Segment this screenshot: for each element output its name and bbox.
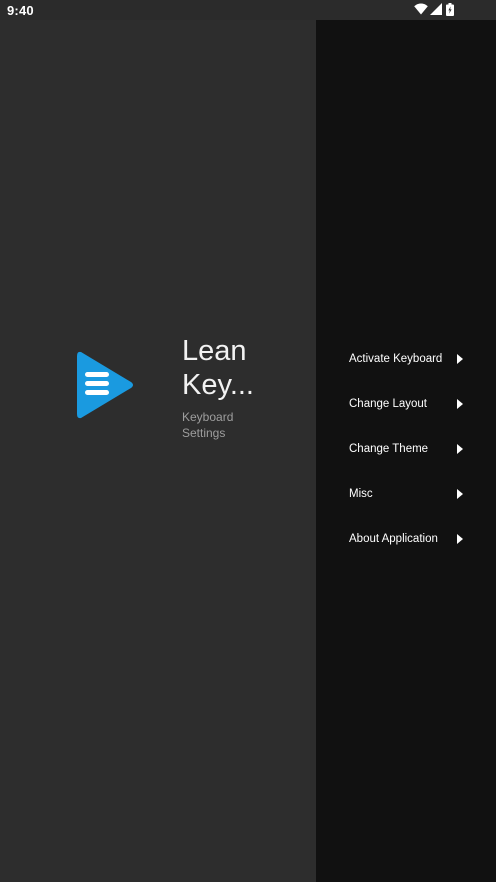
menu-item-label: Misc (349, 488, 373, 500)
cellular-signal-icon (430, 3, 442, 15)
arrow-right-icon (457, 534, 463, 544)
status-time: 9:40 (7, 3, 34, 18)
arrow-right-icon (457, 444, 463, 454)
menu-item-about-application[interactable]: About Application (349, 530, 469, 550)
menu-item-activate-keyboard[interactable]: Activate Keyboard (349, 350, 469, 370)
menu-item-change-layout[interactable]: Change Layout (349, 395, 469, 415)
status-bar: 9:40 (0, 0, 496, 20)
arrow-right-icon (457, 399, 463, 409)
arrow-right-icon (457, 489, 463, 499)
app-title-line2: Key... (182, 369, 254, 401)
brand-panel: Lean Key... Keyboard Settings (0, 20, 316, 882)
app-title: Lean Key... (182, 334, 272, 402)
settings-menu: Activate Keyboard Change Layout Change T… (316, 20, 496, 882)
menu-item-misc[interactable]: Misc (349, 485, 469, 505)
menu-item-label: Change Theme (349, 443, 429, 455)
battery-icon (446, 3, 454, 16)
arrow-right-icon (457, 354, 463, 364)
menu-item-label: Change Layout (349, 398, 428, 410)
menu-item-label: Activate Keyboard (349, 353, 443, 365)
menu-item-label: About Application (349, 533, 438, 545)
app-subtitle-line1: Keyboard (182, 410, 234, 424)
menu-item-change-theme[interactable]: Change Theme (349, 440, 469, 460)
app-subtitle: Keyboard Settings (182, 409, 262, 441)
app-screen: 9:40 Lean Key... Keyboard Settings Activ… (0, 0, 496, 882)
wifi-icon (414, 3, 428, 15)
app-logo-icon (77, 351, 133, 419)
app-title-line1: Lean (182, 335, 247, 367)
app-subtitle-line2: Settings (182, 426, 226, 440)
